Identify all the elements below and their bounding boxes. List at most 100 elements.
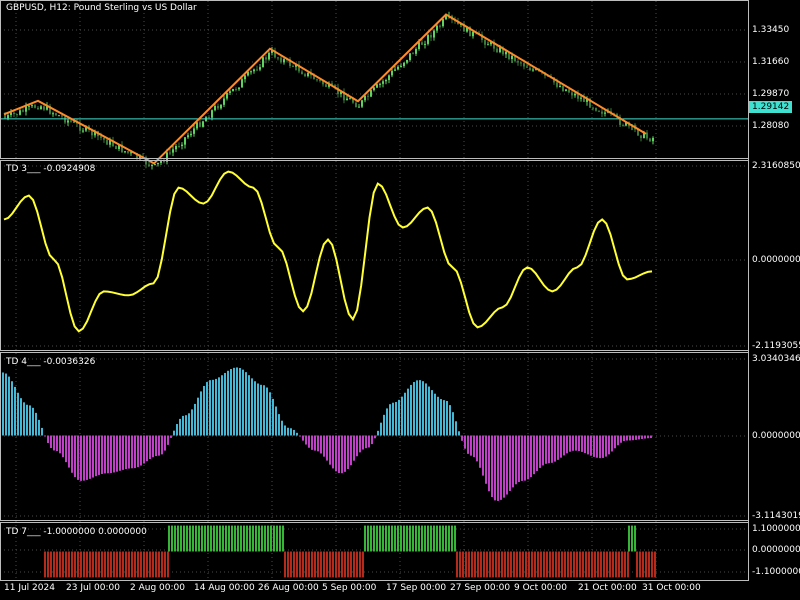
td7-bar — [531, 551, 533, 578]
td7-bar — [210, 525, 212, 552]
td7-bar — [186, 525, 188, 552]
td4-bar — [278, 414, 280, 436]
td7-bar — [522, 551, 524, 578]
td7-bar — [468, 551, 470, 578]
time-axis-label: 27 Sep 00:00 — [450, 583, 511, 593]
td4-bar — [86, 435, 88, 480]
td7-bar — [323, 551, 325, 578]
td4-bar — [416, 380, 418, 436]
td4-bar — [578, 435, 580, 452]
candle-body — [58, 115, 60, 117]
td4-bar — [104, 435, 106, 474]
td4-bar — [419, 380, 421, 436]
candle-body — [652, 137, 654, 142]
td4-bar — [14, 386, 16, 436]
candle-body — [241, 79, 243, 88]
td7-bar — [456, 551, 458, 578]
time-axis-label: 17 Sep 00:00 — [386, 583, 447, 593]
td7-bar — [222, 525, 224, 552]
td7-bar — [573, 551, 575, 578]
td7-bar — [597, 551, 599, 578]
candle-body — [415, 49, 417, 54]
td7-bar — [77, 551, 79, 578]
td7-bar — [65, 551, 67, 578]
td4-bar — [395, 401, 397, 436]
candle-body — [562, 85, 564, 91]
td7-bar — [207, 525, 209, 552]
td4-bar — [479, 435, 481, 468]
candle-body — [70, 120, 72, 122]
td7-bar — [83, 551, 85, 578]
td7-bar — [394, 525, 396, 552]
candle-body — [649, 138, 651, 142]
td7-bar — [385, 525, 387, 552]
td4-bar — [74, 435, 76, 478]
candle-body — [52, 113, 54, 115]
td7-bar — [382, 525, 384, 552]
candle-body — [181, 144, 183, 146]
td7-bar — [489, 551, 491, 578]
td4-bar — [41, 427, 43, 436]
td7-bar — [329, 551, 331, 578]
td4-bar — [50, 435, 52, 449]
td7-bar — [116, 551, 118, 578]
td7-bar — [558, 551, 560, 578]
td4-bar — [635, 435, 637, 440]
candle-body — [412, 53, 414, 55]
price-candles — [4, 11, 654, 170]
td7-bar — [131, 551, 133, 578]
td7-bar — [89, 551, 91, 578]
candle-body — [256, 69, 258, 71]
candle-body — [349, 98, 351, 100]
td4-bar — [314, 435, 316, 451]
chart-canvas[interactable] — [0, 0, 800, 600]
td7-bar — [204, 525, 206, 552]
td4-bar — [119, 435, 121, 471]
td7-bar — [439, 525, 441, 552]
td4-bar — [176, 424, 178, 436]
td4-bar — [215, 378, 217, 436]
td4-bar — [443, 400, 445, 436]
td7-bar — [299, 551, 301, 578]
td7-bar — [445, 525, 447, 552]
td4-bar — [296, 432, 298, 436]
td4-bar — [230, 369, 232, 436]
td4-bar — [68, 435, 70, 468]
candle-body — [34, 105, 36, 108]
td7-bar — [362, 551, 364, 578]
td4-label: TD 4___ -0.0036326 — [6, 357, 96, 367]
candle-body — [127, 151, 129, 153]
candle-body — [385, 79, 387, 82]
td7-bar — [591, 551, 593, 578]
td4-bar — [59, 435, 61, 454]
td7-bar — [234, 525, 236, 552]
td4-bar — [554, 435, 556, 462]
td4-bar — [326, 435, 328, 461]
td7-bar — [183, 525, 185, 552]
td7-bar — [305, 551, 307, 578]
td7-bar — [376, 525, 378, 552]
td4-bar — [26, 404, 28, 436]
td7-bar — [648, 551, 650, 578]
td4-bar — [35, 412, 37, 436]
td4-bar — [461, 435, 463, 441]
td7-bar — [600, 551, 602, 578]
td4-bar — [2, 372, 4, 436]
td3-axis-label: 0.0000000 — [752, 255, 800, 265]
td7-bar — [483, 551, 485, 578]
td4-bar — [170, 435, 172, 438]
td4-bar — [605, 435, 607, 457]
td4-bar — [98, 435, 100, 475]
td7-bar — [507, 551, 509, 578]
td7-bar — [146, 551, 148, 578]
td4-bar — [440, 399, 442, 436]
td4-bar — [650, 435, 652, 439]
td7-bar — [391, 525, 393, 552]
candle-body — [556, 82, 558, 87]
td7-bar — [525, 551, 527, 578]
td7-bar — [636, 551, 638, 578]
td7-bar — [564, 551, 566, 578]
td4-bar — [182, 415, 184, 436]
td7-bar — [140, 551, 142, 578]
candle-body — [646, 132, 648, 139]
